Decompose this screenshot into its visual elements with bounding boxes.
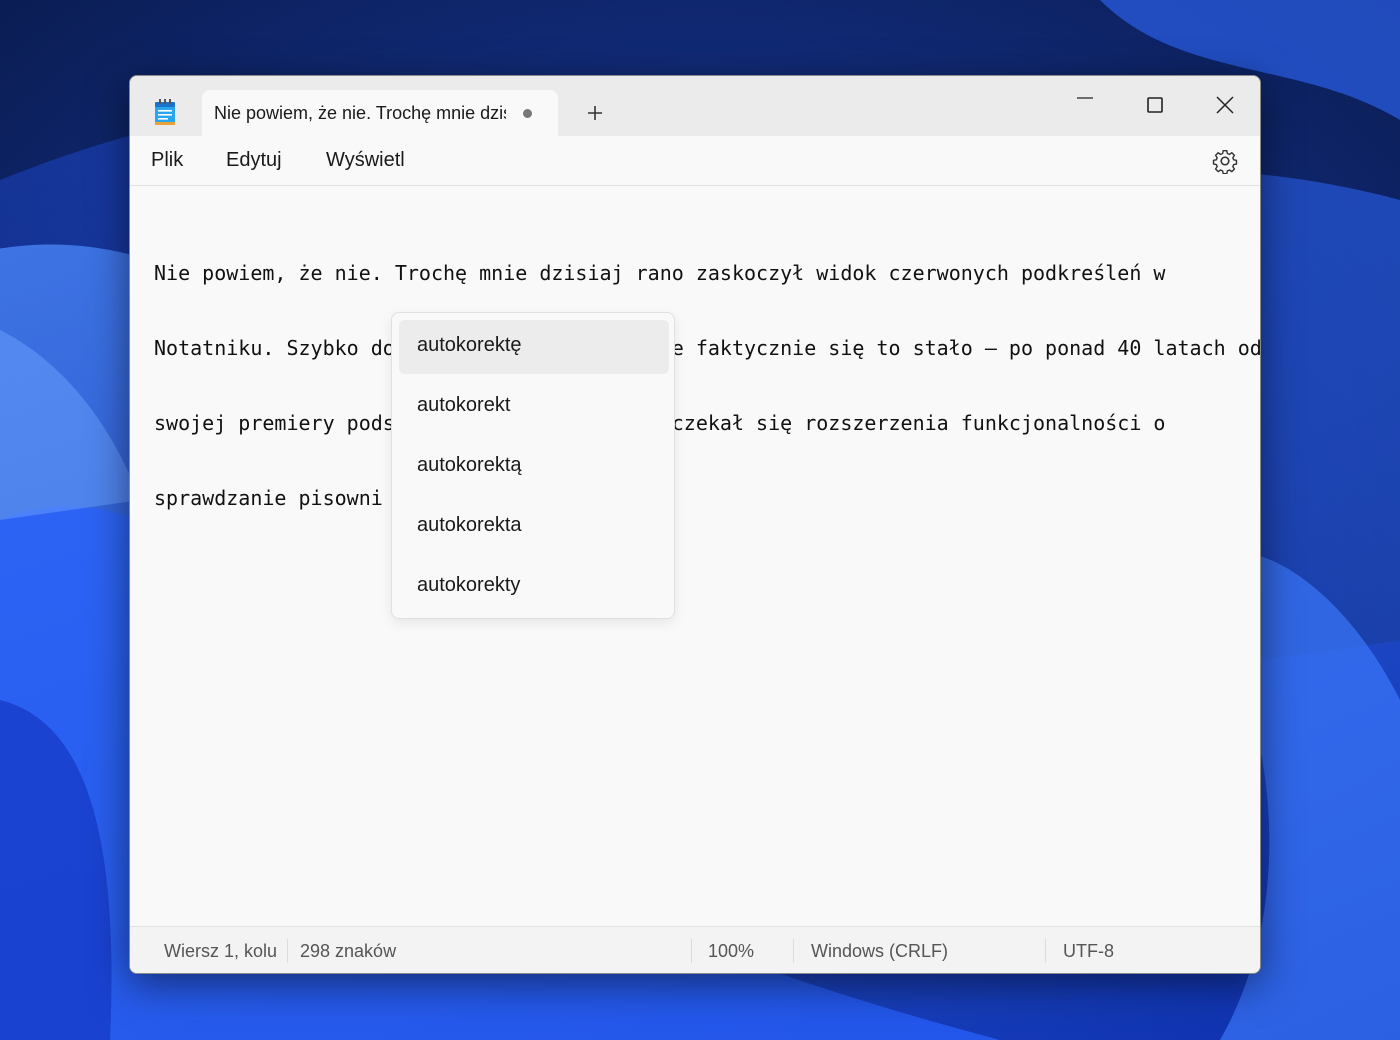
menu-bar: Plik Edytuj Wyświetl [130,136,1260,186]
gear-icon [1212,150,1238,175]
menu-edit[interactable]: Edytuj [226,149,282,172]
status-divider [793,939,794,963]
text-line: sprawdzanie pisowni i autokoretke. [154,486,1254,511]
status-bar: Wiersz 1, kolu 298 znaków 100% Windows (… [130,926,1260,973]
status-divider [1045,939,1046,963]
line-ending[interactable]: Windows (CRLF) [811,941,948,962]
text-line: Nie powiem, że nie. Trochę mnie dzisiaj … [154,261,1166,285]
new-tab-button[interactable] [583,101,607,125]
text-line: Notatniku. Szybko dotarło do mnie jednak… [154,336,1261,360]
notepad-icon [154,99,176,125]
text-line: swojej premiery podstawowy edytor tekstu… [154,411,1166,435]
document-tab[interactable]: Nie powiem, że nie. Trochę mnie dzisiaj … [202,90,558,136]
zoom-level[interactable]: 100% [708,941,754,962]
minimize-icon [1077,97,1093,99]
notepad-window: Nie powiem, że nie. Trochę mnie dzisiaj … [129,75,1261,974]
suggestion-item[interactable]: autokorektę [399,320,669,374]
text-editor[interactable]: Nie powiem, że nie. Trochę mnie dzisiaj … [154,211,1261,561]
maximize-icon [1147,97,1163,113]
menu-view[interactable]: Wyświetl [326,149,405,172]
encoding[interactable]: UTF-8 [1063,941,1114,962]
maximize-button[interactable] [1130,84,1180,124]
text-segment: sprawdzanie pisowni i [154,486,419,510]
suggestion-item[interactable]: autokorekta [399,500,669,554]
character-count: 298 znaków [300,941,397,961]
status-divider [287,939,288,963]
tab-title: Nie powiem, że nie. Trochę mnie dzisiaj … [214,103,506,123]
suggestion-item[interactable]: autokorekty [399,560,669,614]
spelling-suggestions-menu: autokorektę autokorekt autokorektą autok… [391,312,675,619]
settings-button[interactable] [1212,148,1238,175]
minimize-button[interactable] [1060,84,1110,124]
unsaved-indicator-icon [523,109,532,118]
menu-file[interactable]: Plik [151,149,183,172]
plus-icon [588,106,602,120]
cursor-position: Wiersz 1, kolu [164,941,278,961]
suggestion-item[interactable]: autokorektą [399,440,669,494]
suggestion-item[interactable]: autokorekt [399,380,669,434]
close-button[interactable] [1200,84,1250,124]
status-divider [691,939,692,963]
title-bar: Nie powiem, że nie. Trochę mnie dzisiaj … [130,76,1260,136]
close-icon [1216,96,1234,114]
